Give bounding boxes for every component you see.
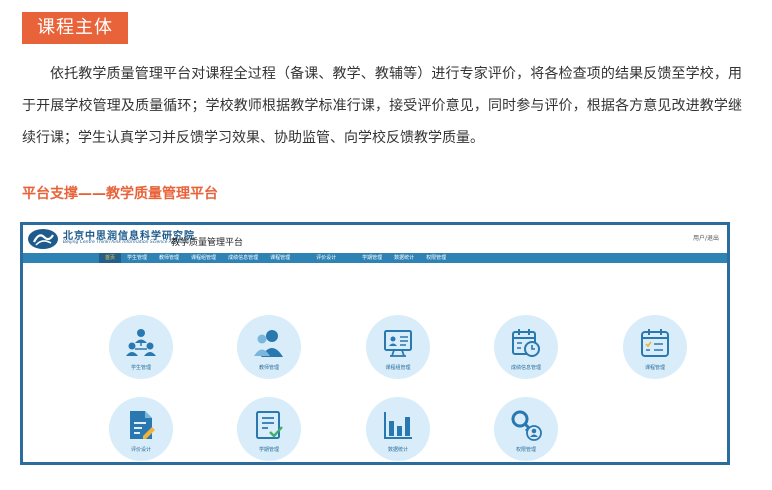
document-edit-icon — [130, 411, 155, 439]
tile-label: 课程组管理 — [385, 365, 411, 371]
app-title: 教学质量管理平台 — [171, 238, 244, 248]
presentation-icon — [384, 330, 412, 357]
nav-item-course-groups[interactable]: 课程组管理 — [185, 253, 222, 263]
nav-item-evaluation[interactable]: 评价设计 — [310, 253, 342, 263]
tile-semesters[interactable]: 学期管理 — [237, 397, 301, 461]
bar-chart-icon — [384, 412, 412, 439]
students-icon — [126, 329, 156, 356]
tile-statistics[interactable]: 数据统计 — [366, 397, 430, 461]
tile-label: 学生管理 — [130, 365, 151, 371]
tile-courses[interactable]: 课程管理 — [623, 315, 687, 379]
tile-label: 评价设计 — [130, 447, 151, 453]
nav-item-courses[interactable]: 课程管理 — [264, 253, 296, 263]
nav-item-students[interactable]: 学生管理 — [121, 253, 153, 263]
nav-item-teachers[interactable]: 教师管理 — [153, 253, 185, 263]
clipboard-check-icon — [256, 411, 283, 439]
tile-grades[interactable]: 成绩信息管理 — [494, 315, 558, 379]
tile-label: 数据统计 — [387, 447, 408, 453]
tile-label: 教师管理 — [258, 365, 279, 371]
nav-item-permissions[interactable]: 权限管理 — [420, 253, 452, 263]
app-header: 北京中思润信息科学研究院 Beijing Centre ThinkThink I… — [23, 225, 727, 253]
tile-permissions[interactable]: 权限管理 — [494, 397, 558, 461]
institution-logo-icon — [28, 229, 58, 249]
user-menu[interactable]: 用户/退出 — [693, 233, 719, 242]
key-user-icon — [511, 410, 542, 441]
tile-label: 成绩信息管理 — [510, 365, 541, 371]
tile-course-groups[interactable]: 课程组管理 — [366, 315, 430, 379]
nav-item-statistics[interactable]: 数据统计 — [388, 253, 420, 263]
tile-evaluation[interactable]: 评价设计 — [109, 397, 173, 461]
platform-screenshot: 北京中思润信息科学研究院 Beijing Centre ThinkThink I… — [20, 222, 730, 465]
nav-item-home[interactable]: 首页 — [99, 253, 122, 263]
nav-item-grades[interactable]: 成绩信息管理 — [222, 253, 264, 263]
nav-item-semesters[interactable]: 学期管理 — [356, 253, 388, 263]
platform-subheading: 平台支撑——教学质量管理平台 — [22, 186, 218, 202]
tile-label: 权限管理 — [515, 447, 536, 453]
teacher-icon — [254, 330, 283, 357]
section-title-badge: 课程主体 — [22, 12, 128, 44]
tile-label: 课程管理 — [644, 365, 665, 371]
tile-teachers[interactable]: 教师管理 — [237, 315, 301, 379]
calendar-check-icon — [641, 329, 669, 357]
intro-paragraph: 依托教学质量管理平台对课程全过程（备课、教学、教辅等）进行专家评价，将各检查项的… — [22, 66, 742, 146]
main-nav: 首页 学生管理 教师管理 课程组管理 成绩信息管理 课程管理 评价设计 学期管理… — [23, 253, 727, 263]
calendar-clock-icon — [512, 329, 540, 357]
tile-label: 学期管理 — [258, 447, 279, 453]
tile-students[interactable]: 学生管理 — [109, 315, 173, 379]
